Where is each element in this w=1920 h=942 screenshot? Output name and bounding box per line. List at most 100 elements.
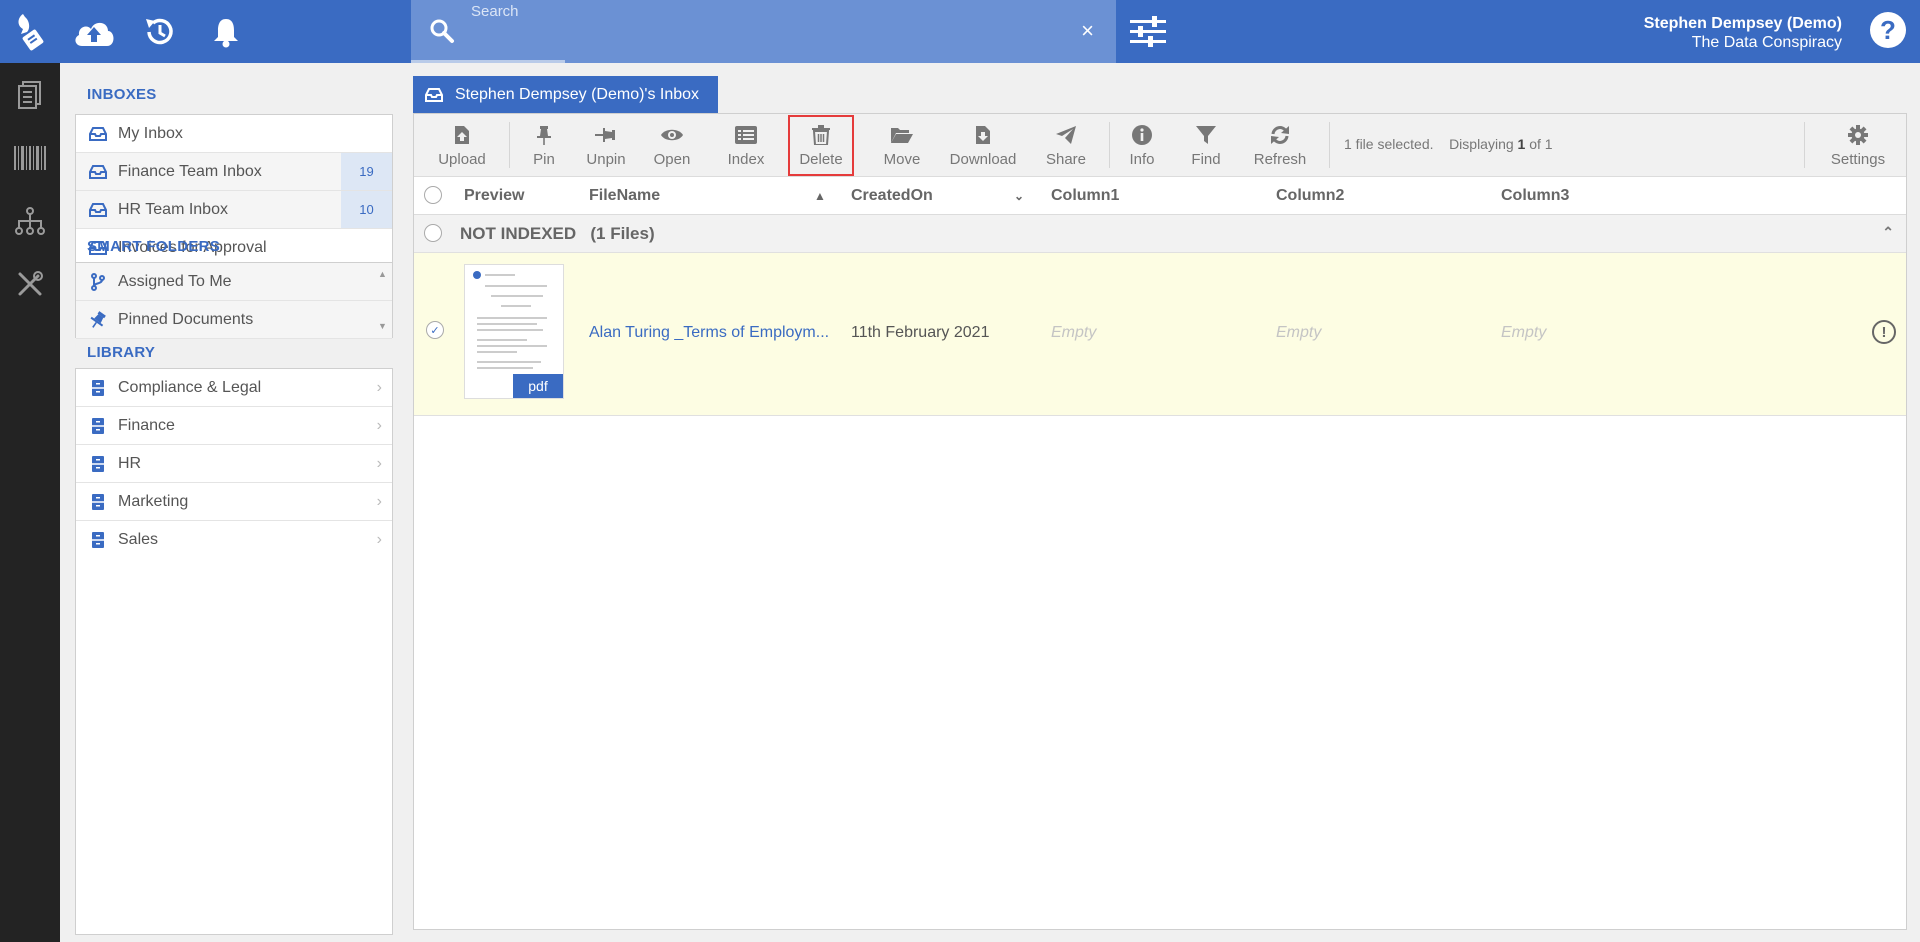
clear-search-icon[interactable]: × [1081, 20, 1094, 42]
group-row-not-indexed[interactable]: NOT INDEXED (1 Files) ⌃ [414, 215, 1906, 253]
library-label: Sales [118, 531, 159, 548]
group-select-radio[interactable] [424, 224, 442, 242]
chevron-right-icon: › [376, 531, 382, 548]
settings-label: Settings [1830, 151, 1886, 168]
displaying-suffix: of 1 [1529, 136, 1553, 152]
inbox-count-badge: 19 [341, 153, 392, 190]
documents-icon [18, 80, 41, 109]
column-column2[interactable]: Column2 [1276, 187, 1344, 205]
unpin-button[interactable]: Unpin [582, 114, 630, 177]
scroll-down-icon[interactable]: ▼ [378, 321, 387, 331]
share-label: Share [1045, 151, 1087, 168]
chevron-right-icon: › [376, 417, 382, 434]
library-item[interactable]: Compliance & Legal › [76, 369, 392, 407]
notifications-button[interactable] [204, 10, 248, 54]
rail-barcode[interactable] [0, 126, 60, 189]
select-all-radio[interactable] [424, 186, 442, 204]
library-item[interactable]: Finance › [76, 407, 392, 445]
upload-cloud-button[interactable] [72, 10, 116, 54]
cabinet-icon [88, 454, 108, 474]
upload-button[interactable]: Upload [434, 114, 490, 177]
inbox-tray-icon [88, 162, 108, 182]
filter-settings-button[interactable] [1126, 10, 1170, 54]
settings-button[interactable]: Settings [1824, 114, 1892, 177]
library-label: Finance [118, 416, 175, 434]
move-button[interactable]: Move [874, 114, 930, 177]
upload-label: Upload [438, 151, 486, 168]
smart-folder-label: Pinned Documents [118, 310, 254, 328]
rail-tools[interactable] [0, 252, 60, 315]
info-button[interactable]: Info [1119, 114, 1165, 177]
app-logo[interactable] [0, 0, 60, 63]
column-filename[interactable]: FileName [589, 187, 660, 205]
chevron-down-icon[interactable]: ⌄ [1014, 189, 1024, 203]
smart-folder-item[interactable]: Pinned Documents [76, 301, 392, 339]
column-createdon[interactable]: CreatedOn [851, 187, 933, 205]
download-button[interactable]: Download [944, 114, 1022, 177]
tab-label: Stephen Dempsey (Demo)'s Inbox [455, 85, 700, 103]
history-button[interactable] [138, 10, 182, 54]
collapse-caret-icon[interactable]: ⌃ [1882, 224, 1894, 241]
pin-button[interactable]: Pin [524, 114, 564, 177]
side-panel: INBOXES My Inbox Finance Team Inbox 19 H… [60, 63, 413, 942]
document-thumbnail[interactable]: pdf [464, 264, 564, 399]
inbox-panel: Upload Pin Unpin Open Index Delete Move … [413, 113, 1907, 930]
library-item[interactable]: Marketing › [76, 483, 392, 521]
search-icon[interactable] [429, 18, 455, 49]
refresh-label: Refresh [1253, 151, 1307, 168]
library-list: Compliance & Legal › Finance › HR › Mark… [75, 368, 393, 935]
library-label: HR [118, 454, 142, 472]
exclamation-circle-icon[interactable]: ! [1872, 320, 1896, 344]
bell-icon [214, 18, 238, 47]
inbox-label: My Inbox [118, 124, 183, 142]
move-label: Move [883, 151, 921, 168]
inbox-count-badge: 10 [341, 191, 392, 228]
smart-folder-label: Assigned To Me [118, 272, 232, 290]
row-created-on: 11th February 2021 [851, 324, 990, 341]
sort-ascending-icon[interactable]: ▲ [814, 189, 826, 203]
rail-documents[interactable] [0, 63, 60, 126]
scroll-up-icon[interactable]: ▲ [378, 269, 387, 279]
open-button[interactable]: Open [648, 114, 696, 177]
column-preview[interactable]: Preview [464, 187, 524, 205]
search-input[interactable] [471, 0, 1031, 22]
row-column3-value: Empty [1501, 324, 1547, 341]
toolbar: Upload Pin Unpin Open Index Delete Move … [414, 114, 1906, 177]
row-filename-link[interactable]: Alan Turing _Terms of Employm... [589, 324, 829, 342]
column-column1[interactable]: Column1 [1051, 187, 1119, 205]
tab-inbox[interactable]: Stephen Dempsey (Demo)'s Inbox [413, 76, 718, 113]
top-bar: × Stephen Dempsey (Demo) The Data Conspi… [60, 0, 1920, 63]
inbox-item[interactable]: My Inbox [76, 115, 392, 153]
smart-folders-list: Assigned To Me Pinned Documents ▲ ▼ [75, 262, 393, 339]
inbox-tray-icon [88, 200, 108, 220]
cabinet-icon [88, 416, 108, 436]
library-item[interactable]: Sales › [76, 521, 392, 559]
column-column3[interactable]: Column3 [1501, 187, 1569, 205]
group-label: NOT INDEXED (1 Files) [460, 224, 655, 244]
cabinet-icon [88, 492, 108, 512]
inbox-item[interactable]: HR Team Inbox 10 [76, 191, 392, 229]
selection-status: 1 file selected. Displaying 1 of 1 [1344, 136, 1553, 152]
trash-icon [812, 123, 830, 147]
user-info[interactable]: Stephen Dempsey (Demo) The Data Conspira… [1644, 15, 1842, 53]
row-checked-icon[interactable]: ✓ [426, 321, 444, 339]
share-button[interactable]: Share [1038, 114, 1094, 177]
inbox-item[interactable]: Finance Team Inbox 19 [76, 153, 392, 191]
filter-icon [1196, 123, 1216, 147]
cabinet-icon [88, 530, 108, 550]
inbox-label: Finance Team Inbox [118, 162, 262, 180]
table-row[interactable]: ✓ pdf Alan Turing _Terms of Employm... 1… [414, 253, 1906, 416]
library-item[interactable]: HR › [76, 445, 392, 483]
smart-folders-scrollbar[interactable]: ▲ ▼ [378, 263, 388, 337]
open-label: Open [653, 151, 691, 168]
file-type-badge: pdf [513, 374, 563, 398]
index-button[interactable]: Index [722, 114, 770, 177]
rail-workflow[interactable] [0, 189, 60, 252]
refresh-button[interactable]: Refresh [1248, 114, 1312, 177]
find-button[interactable]: Find [1184, 114, 1228, 177]
user-name: Stephen Dempsey (Demo) [1643, 15, 1842, 32]
delete-button[interactable]: Delete [787, 114, 855, 177]
find-label: Find [1191, 151, 1221, 168]
smart-folder-item[interactable]: Assigned To Me [76, 263, 392, 301]
help-icon[interactable]: ? [1870, 12, 1906, 48]
